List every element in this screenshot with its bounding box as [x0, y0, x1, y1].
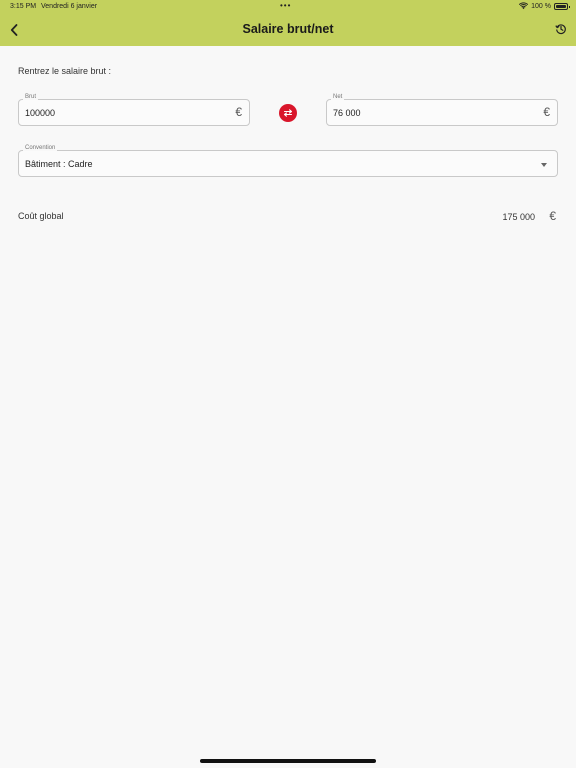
status-bar: 3:15 PM Vendredi 6 janvier ••• 100 % [0, 0, 576, 14]
dropdown-arrow-icon [541, 163, 547, 167]
euro-icon: € [543, 105, 550, 119]
status-date: Vendredi 6 janvier [41, 3, 98, 10]
net-salary-input[interactable] [333, 108, 513, 118]
history-button[interactable] [553, 21, 569, 37]
net-salary-field[interactable]: Net € [326, 94, 558, 126]
history-icon [555, 24, 566, 35]
status-time: 3:15 PM [10, 3, 37, 10]
wifi-icon [519, 2, 529, 10]
battery-percent: 100 % [531, 2, 551, 10]
convention-value: Bâtiment : Cadre [25, 159, 93, 169]
total-cost-value: 175 000 [502, 212, 535, 222]
swap-button[interactable] [279, 104, 297, 122]
swap-icon [283, 109, 293, 117]
euro-icon: € [549, 209, 556, 223]
battery-icon [554, 2, 570, 10]
salary-prompt: Rentrez le salaire brut : [18, 66, 112, 76]
convention-select[interactable]: Convention Bâtiment : Cadre [18, 145, 558, 177]
convention-field-label: Convention [23, 145, 58, 151]
gross-field-label: Brut [23, 94, 39, 100]
euro-icon: € [235, 105, 242, 119]
multitasking-dots[interactable]: ••• [280, 1, 291, 10]
page-title: Salaire brut/net [242, 22, 334, 36]
app-header: 3:15 PM Vendredi 6 janvier ••• 100 % Sal… [0, 0, 576, 46]
gross-salary-field[interactable]: Brut € [18, 94, 250, 126]
gross-salary-input[interactable] [25, 108, 205, 118]
home-indicator[interactable] [200, 759, 376, 763]
total-cost-label: Coût global [18, 211, 64, 221]
net-field-label: Net [331, 94, 345, 100]
status-indicators: 100 % [519, 2, 570, 10]
